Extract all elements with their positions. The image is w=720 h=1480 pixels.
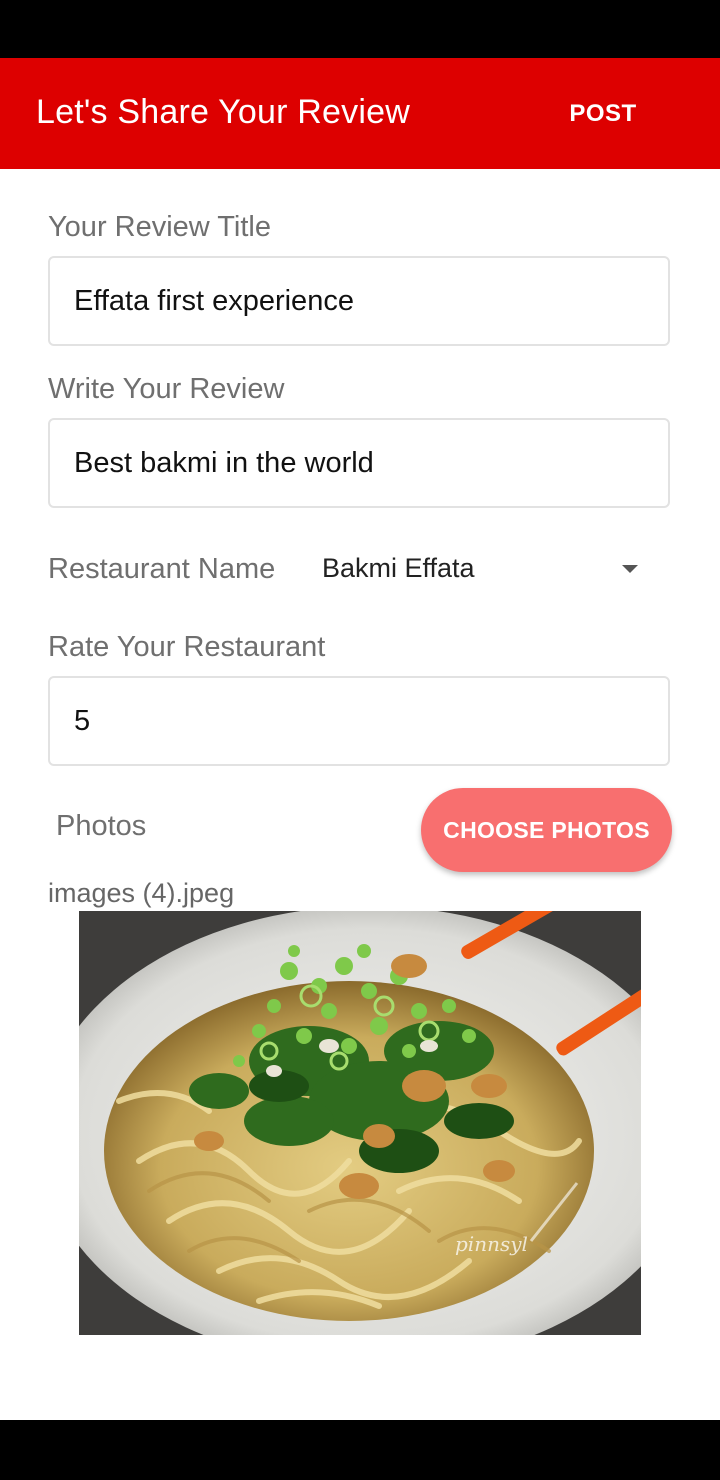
- restaurant-name-label: Restaurant Name: [48, 553, 276, 585]
- selected-photo: pinnsyl: [79, 911, 641, 1335]
- navigation-bar: [0, 1420, 720, 1480]
- review-form: Your Review Title Effata first experienc…: [0, 169, 720, 1420]
- review-body-label: Write Your Review: [48, 373, 285, 405]
- review-title-label: Your Review Title: [48, 211, 271, 243]
- app-bar: Let's Share Your Review POST: [0, 58, 720, 169]
- post-button[interactable]: POST: [558, 100, 648, 136]
- photos-label: Photos: [56, 810, 147, 842]
- status-bar: [0, 0, 720, 58]
- review-title-input[interactable]: Effata first experience: [48, 256, 670, 346]
- photo-filename: images (4).jpeg: [48, 878, 235, 908]
- rating-label: Rate Your Restaurant: [48, 631, 326, 663]
- restaurant-selected-value[interactable]: Bakmi Effata: [322, 553, 475, 584]
- photo-watermark: pinnsyl: [455, 1232, 528, 1256]
- choose-photos-button[interactable]: CHOOSE PHOTOS: [421, 788, 672, 872]
- rating-input[interactable]: 5: [48, 676, 670, 766]
- dropdown-arrow-icon[interactable]: [622, 565, 638, 573]
- page-title: Let's Share Your Review: [36, 93, 410, 131]
- review-body-input[interactable]: Best bakmi in the world: [48, 418, 670, 508]
